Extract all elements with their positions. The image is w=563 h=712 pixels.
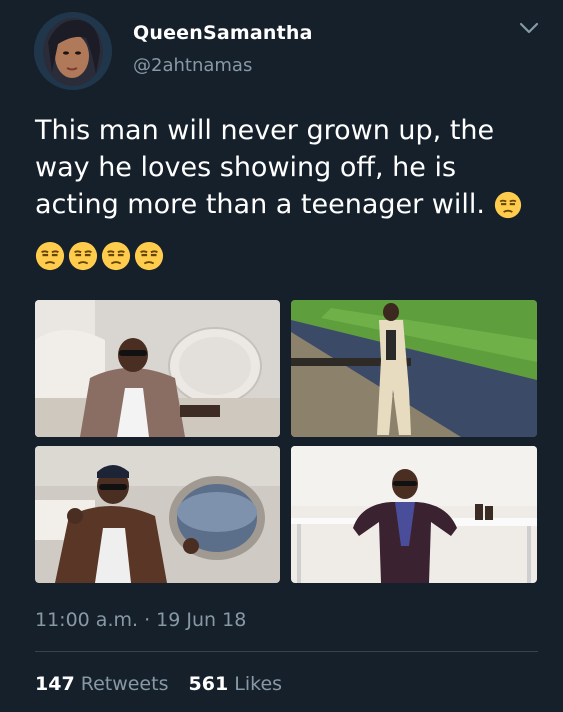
media-photo-1[interactable] (35, 300, 280, 437)
date-text: 19 Jun 18 (156, 609, 247, 631)
avatar[interactable] (34, 12, 112, 90)
photo-jet-window-image (35, 446, 280, 583)
photo-jet-interior-image (35, 300, 280, 437)
tweet-body: This man will never grown up, the way he… (35, 115, 495, 220)
unamused-face-icon (494, 191, 521, 219)
unamused-face-icon (101, 241, 131, 271)
unamused-face-icon (134, 241, 164, 271)
retweets-stat[interactable]: 147 Retweets (35, 673, 168, 695)
tweet-text: This man will never grown up, the way he… (35, 112, 540, 223)
retweets-count: 147 (35, 673, 75, 695)
media-photo-4[interactable] (291, 446, 537, 583)
emoji-row (35, 241, 167, 271)
avatar-image (34, 12, 112, 90)
unamused-face-icon (68, 241, 98, 271)
divider (35, 651, 538, 652)
tweet-timestamp[interactable]: 11:00 a.m. · 19 Jun 18 (35, 609, 246, 631)
media-photo-3[interactable] (35, 446, 280, 583)
unamused-face-icon (35, 241, 65, 271)
user-handle[interactable]: @2ahtnamas (133, 55, 252, 76)
tweet-stats: 147 Retweets 561 Likes (35, 673, 296, 695)
photo-lounge-table-image (291, 446, 537, 583)
likes-label: Likes (234, 673, 283, 695)
likes-stat[interactable]: 561 Likes (189, 673, 283, 695)
media-photo-2[interactable] (291, 300, 537, 437)
display-name[interactable]: QueenSamantha (133, 22, 313, 44)
photo-stadium-image (291, 300, 537, 437)
chevron-down-icon[interactable] (519, 22, 539, 36)
retweets-label: Retweets (80, 673, 169, 695)
separator-dot: · (144, 609, 151, 631)
likes-count: 561 (188, 673, 229, 695)
time-text: 11:00 a.m. (35, 609, 139, 631)
